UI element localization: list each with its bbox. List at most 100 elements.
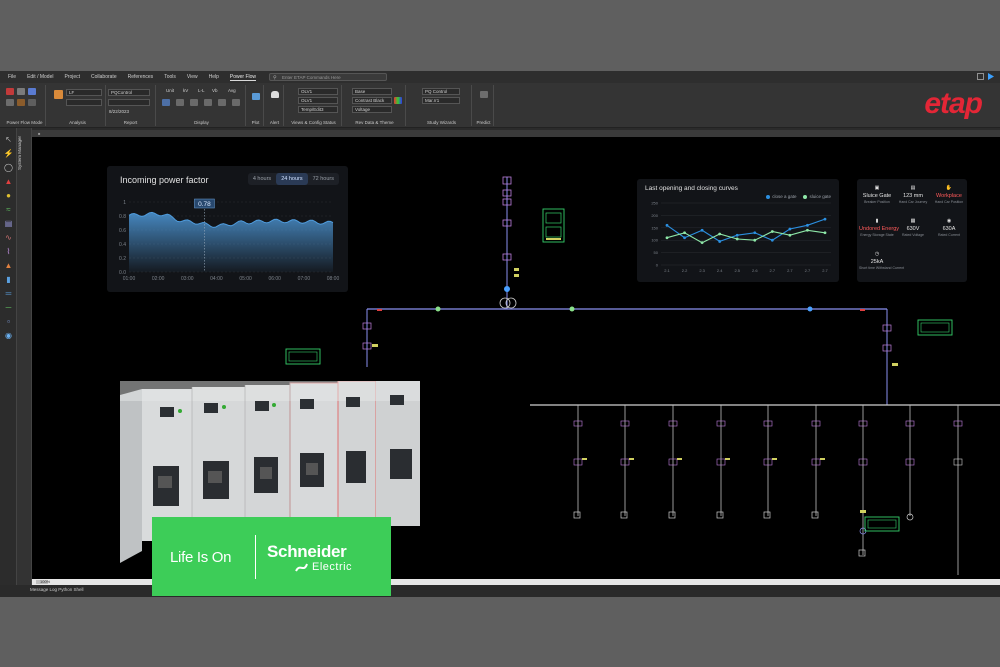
system-manager-panel[interactable]: System Manager (17, 128, 32, 597)
pf-load-icon[interactable] (17, 88, 25, 95)
relay-tool-icon[interactable]: ▤ (3, 218, 14, 229)
curves-y-tick-label: 50 (654, 250, 659, 255)
bell-icon[interactable] (271, 91, 279, 98)
menu-help[interactable]: Help (209, 74, 219, 80)
theme-dropdown-2[interactable]: Contrast Black (352, 97, 392, 104)
ribbon-label-display: Display (194, 120, 209, 125)
pf-y-tick-label: 1 (123, 200, 126, 206)
report-date: 8/22/2023 (109, 109, 130, 114)
menu-view[interactable]: View (187, 74, 198, 80)
pf-mark-icon[interactable] (17, 99, 25, 106)
curves-y-tick-label: 150 (651, 225, 658, 230)
curves-point-1 (718, 232, 722, 236)
info-label: Short time Withstand Current (859, 266, 905, 270)
theme-dropdown-1[interactable]: Base (352, 88, 392, 95)
curves-point-1 (735, 237, 739, 241)
ribbon-group-plot: Plot (248, 85, 264, 126)
battery-tool-icon[interactable]: ▮ (3, 274, 14, 285)
bolt-tool-icon[interactable]: ⚡ (3, 148, 14, 159)
document-tab[interactable]: ■ (32, 130, 1000, 137)
display-icon-2[interactable] (176, 99, 184, 106)
breaker-info-panel: ▣ Sluice Gate Breaker Position ▤ 123 mm Hand … (857, 179, 967, 282)
display-icon-1[interactable] (162, 99, 170, 106)
palette-icon[interactable] (394, 97, 402, 104)
ribbon-label-alert: Alert (269, 120, 280, 125)
report-dropdown[interactable]: PQControl (108, 89, 150, 96)
study-case-dropdown[interactable]: LF (66, 89, 102, 96)
status-bar: Message Log Python Shell (0, 585, 1000, 597)
pointer-tool-icon[interactable]: ↖ (3, 134, 14, 145)
window-controls (977, 73, 994, 80)
curves-point-0 (770, 238, 774, 242)
run-load-flow-icon[interactable] (54, 90, 63, 99)
info-cell: ▤ 123 mm Hand Car Journey (895, 185, 931, 204)
gen-tool-icon[interactable]: ● (3, 190, 14, 201)
ribbon-label-power-flow-mode: Power Flow Mode (6, 120, 43, 125)
info-value: 123 mm (903, 193, 923, 199)
curves-x-tick-label: 2.2 (682, 268, 688, 273)
cable-tool-icon[interactable]: ═ (3, 288, 14, 299)
command-search-input[interactable]: ⚲ Enter ETAP Commands Here (269, 73, 388, 81)
display-unit-toggle[interactable]: Unit (166, 88, 174, 93)
ruler-icon: ▤ (910, 185, 916, 191)
wizard-dropdown-2[interactable]: Mar.rr1 (422, 97, 460, 104)
hand-icon: ✋ (945, 185, 953, 191)
display-icon-4[interactable] (204, 99, 212, 106)
menu-edit-model[interactable]: Edit / Model (27, 74, 53, 80)
menu-power-flow[interactable]: Power Flow (229, 74, 257, 81)
warning-tool-icon[interactable]: ▲ (3, 176, 14, 187)
predict-icon[interactable] (480, 91, 488, 98)
report-dropdown-2[interactable] (108, 99, 150, 106)
wave-tool-icon[interactable]: ≈ (3, 204, 14, 215)
curves-series-line-0 (666, 218, 826, 243)
menu-references[interactable]: References (128, 74, 154, 80)
globe-tool-icon[interactable]: ◉ (3, 330, 14, 341)
etap-logo: etap (924, 87, 983, 120)
window-icon[interactable] (977, 73, 984, 80)
info-cell: ◷ 25kA Short time Withstand Current (859, 251, 905, 270)
pf-marker-value: 0.78 (198, 201, 211, 208)
curves-x-tick-label: 2.1 (664, 268, 670, 273)
harmonic-tool-icon[interactable]: ⌇ (3, 246, 14, 257)
analysis-dropdown-2[interactable] (66, 99, 102, 106)
display-vb-toggle[interactable]: Vb (212, 88, 218, 93)
display-icon-3[interactable] (190, 99, 198, 106)
view-dropdown-1[interactable]: OLV1 (298, 88, 338, 95)
ribbon-label-report: Report (123, 120, 138, 125)
network-tool-icon[interactable]: ▫ (3, 316, 14, 327)
pf-extra-icon[interactable] (28, 99, 36, 106)
info-value: Workplace (936, 193, 962, 199)
schneider-name: Schneider (267, 542, 347, 561)
menu-project[interactable]: Project (64, 74, 80, 80)
curves-y-tick-label: 250 (651, 201, 658, 206)
plot-icon[interactable] (252, 93, 260, 100)
view-dropdown-3[interactable]: Temp/Edit3 (298, 106, 338, 113)
display-ll-toggle[interactable]: L-L (198, 88, 205, 93)
tcc-tool-icon[interactable]: ∿ (3, 232, 14, 243)
motor-tool-icon[interactable]: ◯ (3, 162, 14, 173)
wizard-dropdown-1[interactable]: PQ Control (422, 88, 460, 95)
pf-lp-icon[interactable] (28, 88, 36, 95)
pf-toggle-icon[interactable] (6, 99, 14, 106)
pf-x-tick-label: 05:00 (239, 276, 252, 282)
run-icon[interactable] (987, 73, 994, 80)
pf-x-tick-label: 02:00 (152, 276, 165, 282)
display-icon-6[interactable] (232, 99, 240, 106)
menu-file[interactable]: File (8, 74, 16, 80)
ribbon-label-predict: Predict (476, 120, 491, 125)
pf-mode-icon[interactable] (6, 88, 14, 95)
view-dropdown-2[interactable]: OLV1 (298, 97, 338, 104)
curves-y-tick-label: 200 (651, 213, 658, 218)
display-kv-toggle[interactable]: kV (183, 88, 188, 93)
menu-collaborate[interactable]: Collaborate (91, 74, 117, 80)
info-cell: ▮ Undored Energy Energy Storage State (859, 218, 899, 237)
one-line-diagram-canvas[interactable]: Incoming power factor 4 hours 24 hours 7… (32, 137, 1000, 579)
dc-tool-icon[interactable]: ─ (3, 302, 14, 313)
etap-window: File Edit / Model Project Collaborate Re… (0, 71, 1000, 597)
display-icon-5[interactable] (218, 99, 226, 106)
display-avg-toggle[interactable]: Avg (228, 88, 236, 93)
stability-tool-icon[interactable]: ▲ (3, 260, 14, 271)
theme-dropdown-3[interactable]: Voltage (352, 106, 392, 113)
menu-tools[interactable]: Tools (164, 74, 176, 80)
info-value: Sluice Gate (862, 193, 892, 199)
